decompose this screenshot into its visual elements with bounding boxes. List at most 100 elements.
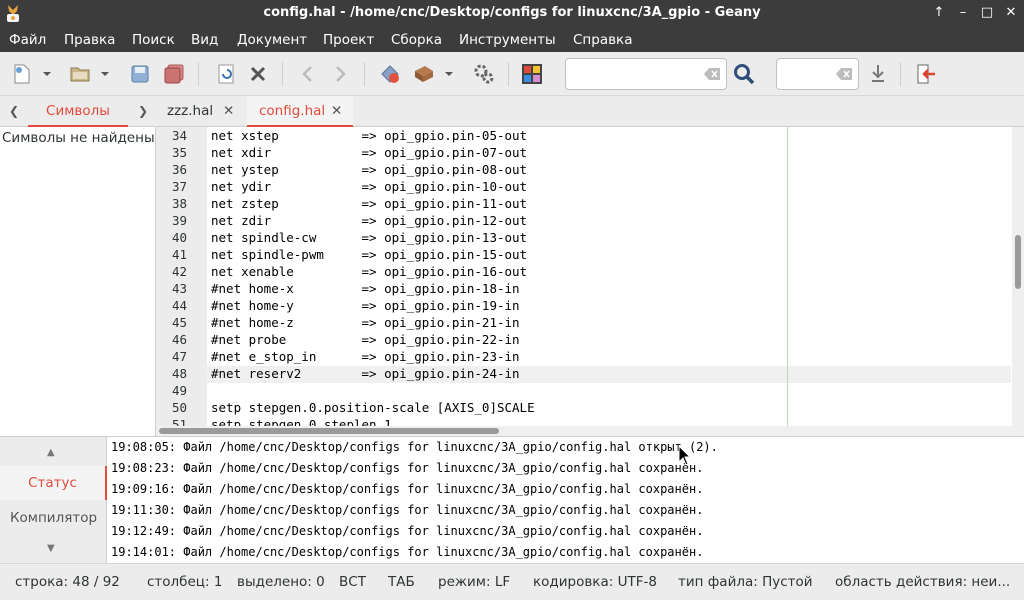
execute-preferences-icon[interactable]: [472, 62, 496, 86]
menu-search[interactable]: Поиск: [132, 32, 175, 48]
sidebar-next-tab-icon[interactable]: ❯: [138, 104, 148, 118]
status-bar: строка: 48 / 92 столбец: 1 выделено: 0 В…: [0, 563, 1024, 600]
tab-label: zzz.hal: [167, 103, 214, 119]
save-icon[interactable]: [128, 62, 152, 86]
build-dropdown-icon[interactable]: [442, 62, 456, 86]
menu-file[interactable]: Файл: [9, 32, 46, 48]
menu-tools[interactable]: Инструменты: [459, 32, 556, 48]
menu-view[interactable]: Вид: [191, 32, 218, 48]
symbols-empty-message: Символы не найдены: [2, 130, 155, 146]
line-number: 35: [171, 145, 187, 160]
code-editor[interactable]: 34 35 36 37 38 39 40 41 42 43 44 45 46 47 48 49 50 51 net…: [157, 127, 1024, 436]
scrollbar-thumb[interactable]: [1015, 235, 1021, 289]
menu-build[interactable]: Сборка: [391, 32, 442, 48]
code-line[interactable]: net ydir => opi_gpio.pin-10-out: [211, 179, 527, 194]
tab-status[interactable]: Статус: [0, 466, 107, 500]
status-insert-mode: ВСТ: [339, 574, 366, 590]
line-number: 44: [171, 298, 187, 313]
scrollbar-thumb[interactable]: [159, 428, 499, 434]
goto-line-input[interactable]: [776, 58, 859, 90]
save-all-icon[interactable]: [162, 62, 186, 86]
sidebar-prev-tab-icon[interactable]: ❮: [9, 104, 19, 118]
line-number: 37: [171, 179, 187, 194]
minimize-icon[interactable]: –: [953, 3, 973, 23]
menu-document[interactable]: Документ: [237, 32, 307, 48]
line-number: 47: [171, 349, 187, 364]
tab-compiler[interactable]: Компилятор: [0, 501, 107, 535]
code-line[interactable]: net xenable => opi_gpio.pin-16-out: [211, 264, 527, 279]
code-line[interactable]: net xdir => opi_gpio.pin-07-out: [211, 145, 527, 160]
menu-edit[interactable]: Правка: [64, 32, 115, 48]
editor-vertical-scrollbar[interactable]: [1012, 127, 1024, 427]
tab-config-hal[interactable]: config.hal ✕: [247, 96, 353, 127]
code-line[interactable]: #net home-x => opi_gpio.pin-18-in: [211, 281, 520, 296]
toolbar-separator: [364, 62, 365, 86]
quit-icon[interactable]: [914, 62, 938, 86]
code-line[interactable]: net ystep => opi_gpio.pin-08-out: [211, 162, 527, 177]
clear-search-icon[interactable]: [704, 68, 720, 80]
sidebar-tabs: ❮ Символы ❯: [0, 96, 156, 127]
search-icon[interactable]: [732, 62, 756, 86]
search-input[interactable]: [565, 58, 727, 90]
code-line[interactable]: net zstep => opi_gpio.pin-11-out: [211, 196, 527, 211]
code-line[interactable]: #net home-y => opi_gpio.pin-19-in: [211, 298, 520, 313]
message-tabs-up-icon[interactable]: ▲: [47, 447, 55, 458]
status-line: строка: 48 / 92: [15, 574, 120, 590]
reload-icon[interactable]: [214, 62, 238, 86]
compile-icon[interactable]: [378, 62, 402, 86]
line-number: 42: [171, 264, 187, 279]
maximize-icon[interactable]: □: [977, 3, 997, 23]
editor-horizontal-scrollbar[interactable]: [157, 426, 1024, 436]
tab-zzz-hal[interactable]: zzz.hal ✕: [157, 96, 245, 127]
new-file-dropdown-icon[interactable]: [40, 62, 54, 86]
message-tabs-down-icon[interactable]: ▼: [47, 543, 55, 554]
back-icon[interactable]: [296, 62, 320, 86]
line-number: 36: [171, 162, 187, 177]
new-file-icon[interactable]: [10, 62, 34, 86]
code-line[interactable]: net spindle-cw => opi_gpio.pin-13-out: [211, 230, 527, 245]
status-message-line: 19:11:30: Файл /home/cnc/Desktop/configs…: [111, 503, 704, 517]
sidebar: ❮ Символы ❯ Символы не найдены: [0, 96, 156, 436]
code-line[interactable]: #net reserv2 => opi_gpio.pin-24-in: [211, 366, 520, 381]
long-line-marker: [787, 127, 788, 427]
message-panel: ▲ Статус Компилятор ▼ 19:08:05: Файл /ho…: [0, 436, 1024, 564]
title-bar: config.hal - /home/cnc/Desktop/configs f…: [0, 0, 1024, 26]
forward-icon[interactable]: [328, 62, 352, 86]
status-message-line: 19:09:16: Файл /home/cnc/Desktop/configs…: [111, 482, 704, 496]
window-title: config.hal - /home/cnc/Desktop/configs f…: [263, 5, 761, 20]
code-line[interactable]: #net home-z => opi_gpio.pin-21-in: [211, 315, 520, 330]
code-line[interactable]: setp stepgen.0.position-scale [AXIS_0]SC…: [211, 400, 535, 415]
window-up-icon[interactable]: ↑: [929, 3, 949, 23]
goto-line-icon[interactable]: [866, 62, 890, 86]
line-number-gutter: 34 35 36 37 38 39 40 41 42 43 44 45 46 47 48 49 50 51: [157, 127, 207, 432]
menu-help[interactable]: Справка: [573, 32, 632, 48]
toolbar: [0, 52, 1024, 96]
close-tab-icon[interactable]: ✕: [331, 96, 342, 127]
line-number: 40: [171, 230, 187, 245]
close-window-icon[interactable]: ✕: [1001, 3, 1021, 23]
close-icon[interactable]: [246, 62, 270, 86]
status-message-line: 19:08:23: Файл /home/cnc/Desktop/configs…: [111, 461, 704, 475]
tab-symbols[interactable]: Символы: [28, 96, 128, 127]
code-line[interactable]: net spindle-pwm => opi_gpio.pin-15-out: [211, 247, 527, 262]
clear-goto-icon[interactable]: [836, 68, 852, 80]
status-selected: выделено: 0: [237, 574, 325, 590]
status-indent-mode: ТАБ: [388, 574, 415, 590]
message-tabs: ▲ Статус Компилятор ▼: [0, 437, 107, 564]
close-tab-icon[interactable]: ✕: [223, 96, 234, 127]
toolbar-separator: [508, 62, 509, 86]
build-icon[interactable]: [412, 62, 436, 86]
menu-project[interactable]: Проект: [323, 32, 374, 48]
open-file-dropdown-icon[interactable]: [98, 62, 112, 86]
code-line[interactable]: net xstep => opi_gpio.pin-05-out: [211, 128, 527, 143]
code-line[interactable]: net zdir => opi_gpio.pin-12-out: [211, 213, 527, 228]
line-number: 48: [171, 366, 187, 381]
code-line[interactable]: #net e_stop_in => opi_gpio.pin-23-in: [211, 349, 520, 364]
color-chooser-icon[interactable]: [520, 62, 544, 86]
line-number: 50: [171, 400, 187, 415]
line-number: 41: [171, 247, 187, 262]
code-line[interactable]: #net probe => opi_gpio.pin-22-in: [211, 332, 520, 347]
line-number: 43: [171, 281, 187, 296]
status-column: столбец: 1: [147, 574, 223, 590]
open-file-icon[interactable]: [68, 62, 92, 86]
